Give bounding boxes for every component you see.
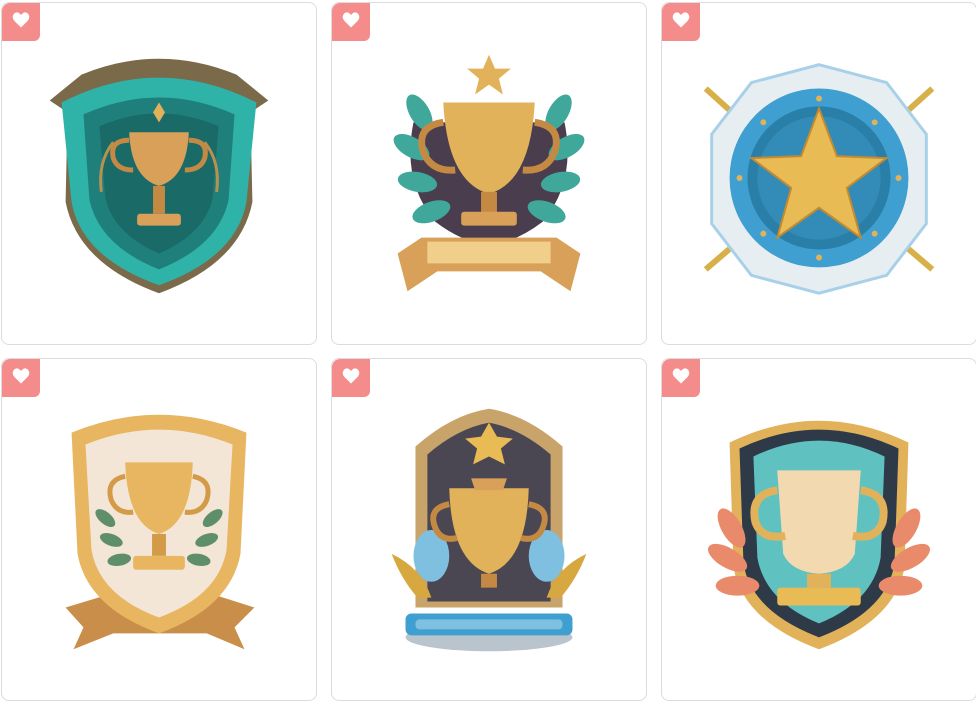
gallery-card[interactable] [1, 2, 317, 345]
heart-icon [341, 366, 361, 391]
favorite-button[interactable] [662, 359, 700, 397]
heart-icon [11, 366, 31, 391]
favorite-button[interactable] [662, 3, 700, 41]
heart-icon [11, 10, 31, 35]
star-crest-trophy-image [332, 359, 646, 700]
gallery-card[interactable] [1, 358, 317, 701]
gallery-card[interactable] [661, 2, 976, 345]
favorite-button[interactable] [332, 3, 370, 41]
heart-icon [341, 10, 361, 35]
gallery-card[interactable] [661, 358, 976, 701]
favorite-button[interactable] [2, 3, 40, 41]
gallery-card[interactable] [331, 358, 647, 701]
cream-shield-trophy-image [2, 359, 316, 700]
heart-icon [671, 366, 691, 391]
laurel-trophy-image [332, 3, 646, 344]
gallery-card[interactable] [331, 2, 647, 345]
dark-shield-cup-image [662, 359, 976, 700]
favorite-button[interactable] [2, 359, 40, 397]
teal-shield-trophy-image [2, 3, 316, 344]
star-medal-image [662, 3, 976, 344]
heart-icon [671, 10, 691, 35]
favorite-button[interactable] [332, 359, 370, 397]
